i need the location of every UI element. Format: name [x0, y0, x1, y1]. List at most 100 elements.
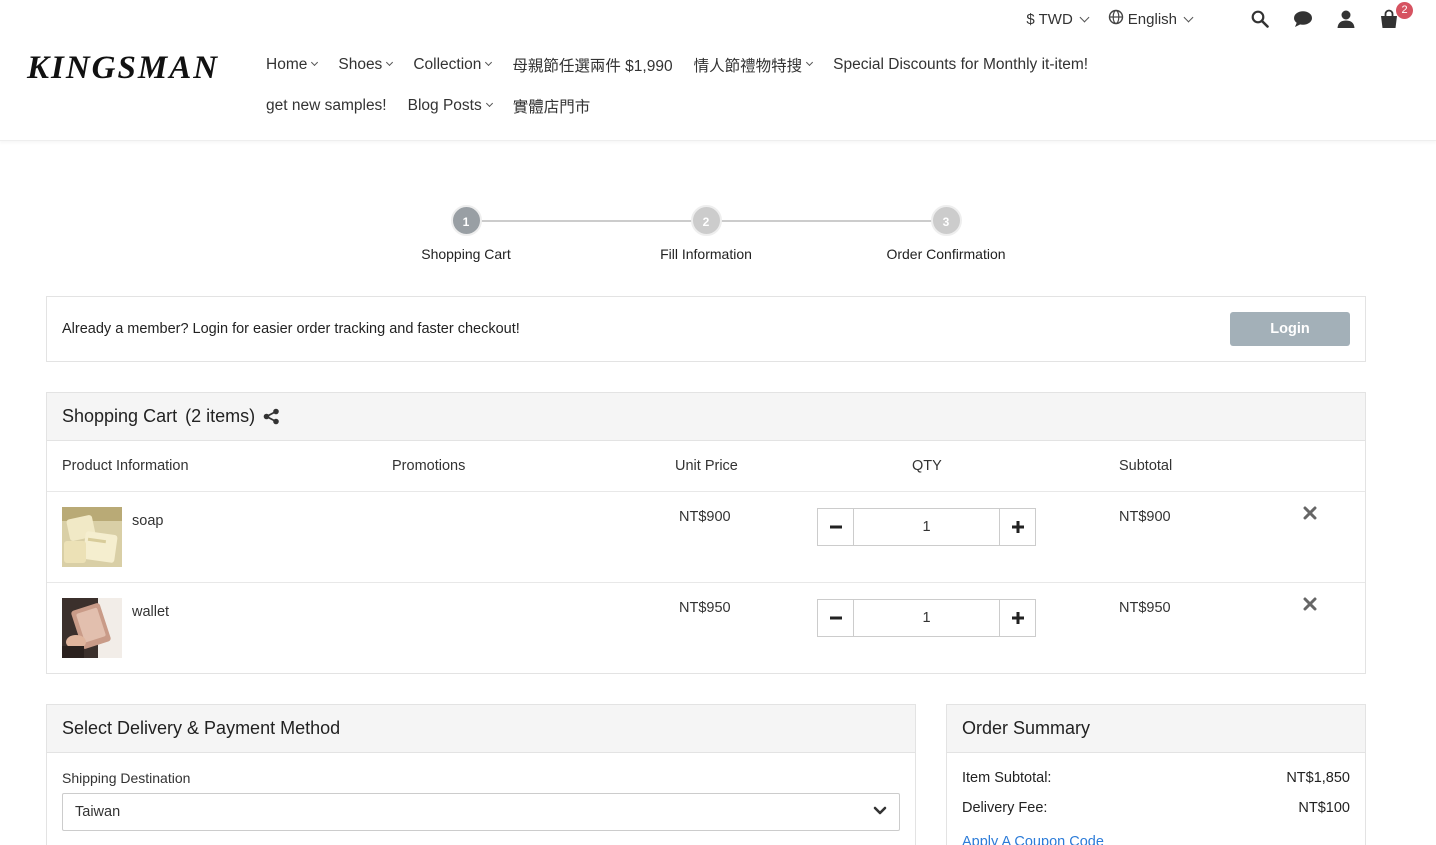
site-header: KINGSMAN $ TWD English 2 Home Shoes Coll…	[0, 0, 1436, 141]
nav-item-label: get new samples!	[266, 96, 387, 114]
nav-item-physical-store[interactable]: 實體店門市	[513, 95, 591, 117]
chevron-down-icon	[386, 58, 394, 67]
chat-icon[interactable]	[1292, 8, 1314, 30]
nav-row-1: Home Shoes Collection 母親節任選兩件 $1,990 情人節…	[266, 44, 1386, 85]
user-account-icon[interactable]	[1335, 8, 1357, 30]
share-icon[interactable]	[263, 408, 280, 425]
globe-icon	[1108, 9, 1124, 29]
nav-item-label: 情人節禮物特搜	[693, 57, 803, 75]
decrease-qty-button[interactable]	[818, 600, 854, 636]
cart-icon[interactable]: 2	[1378, 2, 1413, 30]
chevron-down-icon	[311, 58, 319, 67]
increase-qty-button[interactable]	[999, 600, 1035, 636]
line-subtotal: NT$950	[1119, 600, 1171, 616]
search-icon[interactable]	[1249, 8, 1271, 30]
decrease-qty-button[interactable]	[818, 509, 854, 545]
col-product-information: Product Information	[62, 458, 189, 474]
main-navigation: Home Shoes Collection 母親節任選兩件 $1,990 情人節…	[266, 44, 1386, 126]
remove-item-icon[interactable]	[1303, 506, 1317, 520]
nav-item-label: 實體店門市	[512, 98, 591, 116]
brand-logo[interactable]: KINGSMAN	[27, 50, 219, 87]
product-name[interactable]: soap	[132, 513, 163, 529]
col-qty: QTY	[912, 458, 942, 474]
nav-item-label: Blog Posts	[407, 96, 482, 114]
step-number: 3	[930, 205, 962, 236]
nav-item-blog-posts[interactable]: Blog Posts	[407, 96, 493, 115]
chevron-down-icon	[485, 99, 493, 108]
nav-item-valentines-gifts[interactable]: 情人節禮物特搜	[693, 54, 814, 76]
nav-item-mothers-day[interactable]: 母親節任選兩件 $1,990	[512, 54, 672, 76]
step-label: Fill Information	[660, 246, 752, 262]
step-fill-information: 2 Fill Information	[626, 205, 786, 262]
nav-item-special-discounts[interactable]: Special Discounts for Monthly it-item!	[833, 56, 1088, 74]
delivery-title: Select Delivery & Payment Method	[62, 718, 341, 738]
summary-header: Order Summary	[947, 705, 1365, 753]
order-summary-panel: Order Summary Item Subtotal: NT$1,850 De…	[946, 704, 1366, 845]
item-subtotal-row: Item Subtotal: NT$1,850	[962, 770, 1350, 786]
minus-icon	[829, 525, 842, 529]
minus-icon	[829, 616, 842, 620]
nav-item-label: 母親節任選兩件 $1,990	[512, 57, 673, 75]
cart-row: wallet NT$950 1 NT$950	[47, 583, 1365, 674]
delivery-header: Select Delivery & Payment Method	[47, 705, 915, 753]
language-selector[interactable]: English	[1108, 9, 1194, 29]
chevron-down-icon	[1183, 12, 1194, 22]
chevron-down-icon	[873, 804, 887, 820]
item-subtotal-label: Item Subtotal:	[962, 770, 1052, 786]
shopping-cart-panel: Shopping Cart (2 items) Product Informat…	[46, 392, 1366, 674]
cart-title: Shopping Cart	[62, 406, 178, 426]
delivery-payment-panel: Select Delivery & Payment Method Shippin…	[46, 704, 916, 845]
product-thumbnail-wallet[interactable]	[62, 598, 122, 658]
summary-title: Order Summary	[962, 718, 1091, 738]
nav-item-label: Home	[266, 55, 308, 73]
product-name[interactable]: wallet	[132, 604, 169, 620]
quantity-input[interactable]: 1	[854, 600, 999, 636]
login-button[interactable]: Login	[1230, 312, 1350, 346]
shipping-destination-select[interactable]: Taiwan	[62, 793, 900, 831]
nav-item-home[interactable]: Home	[266, 55, 319, 74]
cart-row: soap NT$900 1 NT$900	[47, 492, 1365, 583]
cart-header: Shopping Cart (2 items)	[47, 393, 1365, 441]
col-promotions: Promotions	[392, 458, 466, 474]
checkout-stepper: 1 Shopping Cart 2 Fill Information 3 Ord…	[406, 205, 1026, 275]
delivery-fee-row: Delivery Fee: NT$100	[962, 800, 1350, 816]
delivery-fee-value: NT$100	[1298, 800, 1350, 816]
currency-label: $ TWD	[1026, 10, 1073, 28]
step-shopping-cart: 1 Shopping Cart	[386, 205, 546, 262]
plus-icon	[1011, 521, 1024, 533]
chevron-down-icon	[806, 58, 814, 67]
shipping-destination-value: Taiwan	[75, 804, 121, 820]
nav-item-new-samples[interactable]: get new samples!	[266, 97, 387, 115]
step-label: Order Confirmation	[886, 246, 1006, 262]
product-thumbnail-soap[interactable]	[62, 507, 122, 567]
member-login-prompt: Already a member? Login for easier order…	[46, 296, 1366, 362]
plus-icon	[1011, 612, 1024, 624]
quantity-stepper: 1	[817, 508, 1036, 546]
cart-count-badge: 2	[1396, 2, 1413, 19]
chevron-down-icon	[485, 58, 493, 67]
top-utility-bar: $ TWD English 2	[1026, 2, 1413, 32]
item-subtotal-value: NT$1,850	[1286, 770, 1350, 786]
chevron-down-icon	[1079, 12, 1090, 22]
unit-price: NT$900	[679, 509, 731, 525]
step-number: 1	[450, 205, 482, 236]
nav-item-label: Shoes	[338, 55, 383, 73]
nav-item-label: Collection	[413, 55, 482, 73]
apply-coupon-link[interactable]: Apply A Coupon Code	[962, 834, 1104, 845]
increase-qty-button[interactable]	[999, 509, 1035, 545]
unit-price: NT$950	[679, 600, 731, 616]
currency-selector[interactable]: $ TWD	[1026, 10, 1090, 28]
member-prompt-text: Already a member? Login for easier order…	[62, 321, 520, 337]
nav-item-label: Special Discounts for Monthly it-item!	[833, 55, 1089, 73]
col-subtotal: Subtotal	[1119, 458, 1173, 474]
quantity-input[interactable]: 1	[854, 509, 999, 545]
cart-column-headers: Product Information Promotions Unit Pric…	[47, 441, 1365, 492]
quantity-stepper: 1	[817, 599, 1036, 637]
step-number: 2	[690, 205, 722, 236]
nav-item-collection[interactable]: Collection	[413, 55, 493, 74]
remove-item-icon[interactable]	[1303, 597, 1317, 611]
step-label: Shopping Cart	[421, 246, 511, 262]
delivery-fee-label: Delivery Fee:	[962, 800, 1048, 816]
shipping-destination-label: Shipping Destination	[62, 770, 191, 786]
nav-item-shoes[interactable]: Shoes	[338, 55, 394, 74]
